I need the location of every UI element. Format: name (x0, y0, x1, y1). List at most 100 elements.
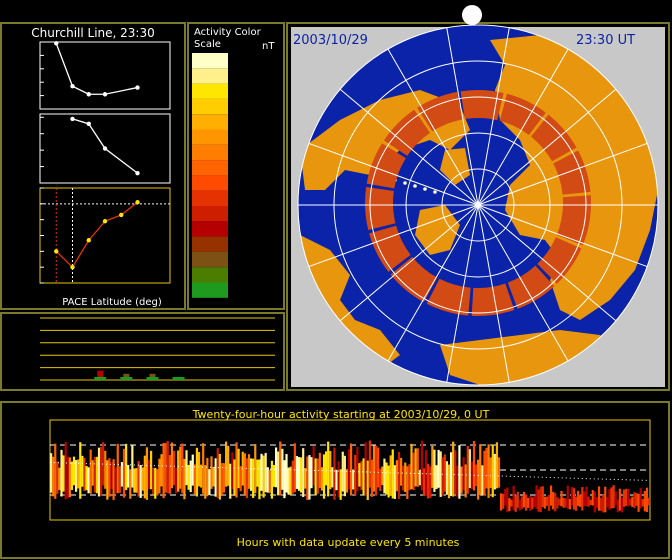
risk-bar-base (94, 377, 107, 380)
activity-bar (622, 489, 626, 507)
activity-bar (97, 447, 101, 497)
activity-bar (322, 454, 326, 499)
bottom-xlabel: Hours with data update every 5 minutes (237, 536, 460, 549)
activity-bar (272, 464, 276, 487)
activity-bar (60, 449, 63, 497)
scale-unit: nT (262, 41, 275, 52)
activity-bar (150, 450, 153, 490)
activity-bar (606, 496, 609, 508)
activity-bar (406, 466, 409, 500)
activity-bar (612, 485, 615, 509)
churchill-data-point (54, 41, 59, 46)
churchill-data-point (102, 146, 108, 151)
activity-bar (591, 490, 594, 506)
activity-bar (125, 443, 128, 491)
activity-bar (431, 445, 434, 488)
activity-bar (381, 466, 384, 486)
activity-bar (564, 498, 567, 508)
risk-bar-base (146, 377, 159, 380)
activity-bar (402, 465, 405, 491)
activity-bar (514, 495, 517, 512)
activity-bar (81, 455, 84, 487)
activity-bar (218, 453, 221, 500)
activity-bar (250, 458, 253, 491)
activity-bar (302, 448, 305, 497)
activity-bar (83, 457, 86, 491)
activity-bar (168, 455, 171, 494)
activity-bar (87, 467, 90, 494)
activity-bar (85, 465, 88, 491)
activity-bar (52, 456, 55, 497)
activity-bar (618, 488, 621, 511)
scale-swatch (192, 175, 228, 191)
activity-bar (408, 464, 411, 491)
scale-swatch (192, 68, 228, 84)
activity-bar (410, 443, 413, 490)
activity-bar (354, 454, 357, 496)
churchill-xlabel: PACE Latitude (deg) (62, 297, 162, 308)
activity-bar (379, 468, 382, 492)
activity-bar (518, 499, 521, 511)
activity-bar (143, 455, 146, 499)
activity-bar (266, 467, 269, 493)
activity-bar (139, 465, 142, 498)
activity-bar (500, 493, 503, 511)
activity-bar (489, 457, 492, 489)
activity-bar (491, 444, 494, 498)
scale-swatch (192, 160, 228, 176)
activity-bar (75, 460, 78, 492)
activity-bar (439, 451, 442, 497)
activity-bar (531, 497, 534, 510)
activity-bar (279, 441, 282, 496)
activity-bar (145, 447, 149, 500)
activity-bar (422, 468, 426, 497)
activity-bar (456, 465, 459, 497)
activity-bar (525, 494, 528, 511)
churchill-line-panel: Churchill Line, 23:30 PACE Latitude (deg… (31, 26, 171, 308)
activity-bar (445, 461, 449, 495)
activity-bar (389, 455, 392, 496)
activity-bar (589, 499, 592, 506)
activity-bar (258, 459, 261, 500)
activity-bar (493, 453, 496, 490)
activity-bar (162, 443, 165, 499)
activity-bar (370, 459, 374, 497)
activity-bar (647, 497, 651, 506)
activity-bar (93, 456, 96, 493)
activity-bar (508, 498, 511, 512)
activity-bar (118, 466, 121, 493)
activity-bar (227, 445, 230, 486)
activity-bar (466, 445, 469, 494)
activity-bar (181, 443, 184, 494)
activity-bar (545, 496, 549, 506)
activity-bar (283, 460, 286, 499)
activity-bar (537, 489, 540, 512)
activity-bar (95, 456, 99, 494)
activity-bar (583, 491, 586, 507)
activity-bar (106, 460, 109, 500)
activity-bar (375, 445, 378, 496)
scale-swatch (192, 98, 228, 115)
activity-bar (364, 442, 367, 496)
activity-bar (345, 469, 349, 493)
activity-bar (308, 455, 311, 500)
activity-bar (62, 455, 65, 492)
activity-bar (191, 454, 194, 486)
activity-bar (183, 458, 186, 500)
activity-bar (222, 463, 226, 493)
activity-bar (495, 442, 499, 489)
activity-bar (289, 466, 292, 496)
activity-bar (208, 469, 211, 496)
activity-bar (441, 457, 444, 496)
churchill-title: Churchill Line, 23:30 (31, 26, 155, 40)
activity-bar (447, 464, 451, 499)
activity-bar (335, 469, 338, 491)
activity-bar (625, 488, 628, 506)
activity-bar (593, 491, 596, 513)
activity-bar (366, 460, 369, 500)
activity-bar (600, 497, 603, 511)
activity-bar (602, 494, 605, 513)
activity-bar (147, 459, 151, 489)
activity-bar (608, 489, 611, 510)
station-point (403, 181, 407, 185)
